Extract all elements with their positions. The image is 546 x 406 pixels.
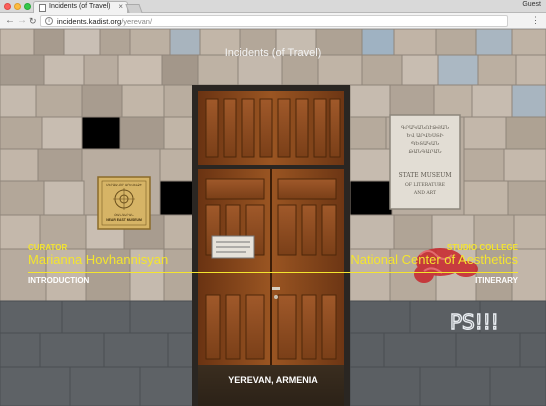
address-bar[interactable]: i incidents.kadist.org/yerevan/ [40,15,508,27]
site-title[interactable]: Incidents (of Travel) [0,47,546,59]
svg-text:ՊԵՏԱԿԱՆ: ՊԵՏԱԿԱՆ [411,140,439,147]
svg-text:STATE MUSEUM: STATE MUSEUM [399,172,452,179]
svg-text:ԵՎ ԱՐՎԵՍՏԻ: ԵՎ ԱՐՎԵՍՏԻ [406,133,443,139]
center-name[interactable]: National Center of Aesthetics [350,252,518,267]
studio-label: STUDIO COLLEGE [446,243,518,252]
svg-text:NEAR EAST MUSEUM: NEAR EAST MUSEUM [106,218,142,222]
close-window-button[interactable] [4,3,11,10]
page-viewport: ՄԵՐՁԱՎՈՐ ԱՐԵՎԵԼՔԻ ԹԱՆԳԱՐԱՆ NEAR EAST MUS… [0,29,546,406]
new-tab-button[interactable] [125,4,143,13]
place-label: YEREVAN, ARMENIA [228,375,318,385]
minimize-window-button[interactable] [14,3,21,10]
close-icon[interactable]: × [118,2,123,11]
maximize-window-button[interactable] [24,3,31,10]
arrow-right-icon[interactable]: → [17,15,27,27]
url-path: /yerevan/ [121,17,153,26]
introduction-link[interactable]: INTRODUCTION [28,276,89,285]
menu-icon[interactable]: ⋮ [531,15,540,25]
svg-text:AND ART: AND ART [413,190,437,196]
itinerary-link[interactable]: ITINERARY [475,276,518,285]
page-icon [39,4,46,12]
svg-text:ԳՐԱԿԱՆՈՒԹՅԱՆ: ԳՐԱԿԱՆՈՒԹՅԱՆ [401,124,449,131]
reload-icon[interactable]: ↻ [29,15,37,27]
white-graffiti: PS!!! [450,310,499,334]
url-host: incidents.kadist.org [57,17,122,26]
svg-text:ԹԱՆԳԱՐԱՆ: ԹԱՆԳԱՐԱՆ [114,213,134,217]
curator-name[interactable]: Marianna Hovhannisyan [28,252,168,267]
near-east-museum-plaque: ՄԵՐՁԱՎՈՐ ԱՐԵՎԵԼՔԻ ԹԱՆԳԱՐԱՆ NEAR EAST MUS… [97,176,151,230]
svg-text:ԹԱՆԳԱՐԱՆ: ԹԱՆԳԱՐԱՆ [409,148,442,155]
yellow-divider [28,272,518,273]
url-text[interactable]: incidents.kadist.org/yerevan/ [57,17,152,26]
profile-name[interactable]: Guest [522,1,541,8]
curator-label: CURATOR [28,243,68,252]
info-icon[interactable]: i [45,17,53,25]
state-museum-plaque: ԳՐԱԿԱՆՈՒԹՅԱՆ ԵՎ ԱՐՎԵՍՏԻ ՊԵՏԱԿԱՆ ԹԱՆԳԱՐԱՆ… [389,114,461,210]
arrow-left-icon[interactable]: ← [5,15,15,27]
tab-title: Incidents (of Travel) [49,3,111,10]
background-photo: ՄԵՐՁԱՎՈՐ ԱՐԵՎԵԼՔԻ ԹԱՆԳԱՐԱՆ NEAR EAST MUS… [0,29,546,406]
svg-text:OF LITERATURE: OF LITERATURE [405,182,445,188]
browser-tab[interactable]: Incidents (of Travel) × [33,1,128,13]
browser-tab-bar: Incidents (of Travel) × Guest [0,0,546,13]
browser-toolbar: ← → ↻ i incidents.kadist.org/yerevan/ ⋮ [0,13,546,29]
svg-text:ՄԵՐՁԱՎՈՐ ԱՐԵՎԵԼՔԻ: ՄԵՐՁԱՎՈՐ ԱՐԵՎԵԼՔԻ [106,183,142,187]
